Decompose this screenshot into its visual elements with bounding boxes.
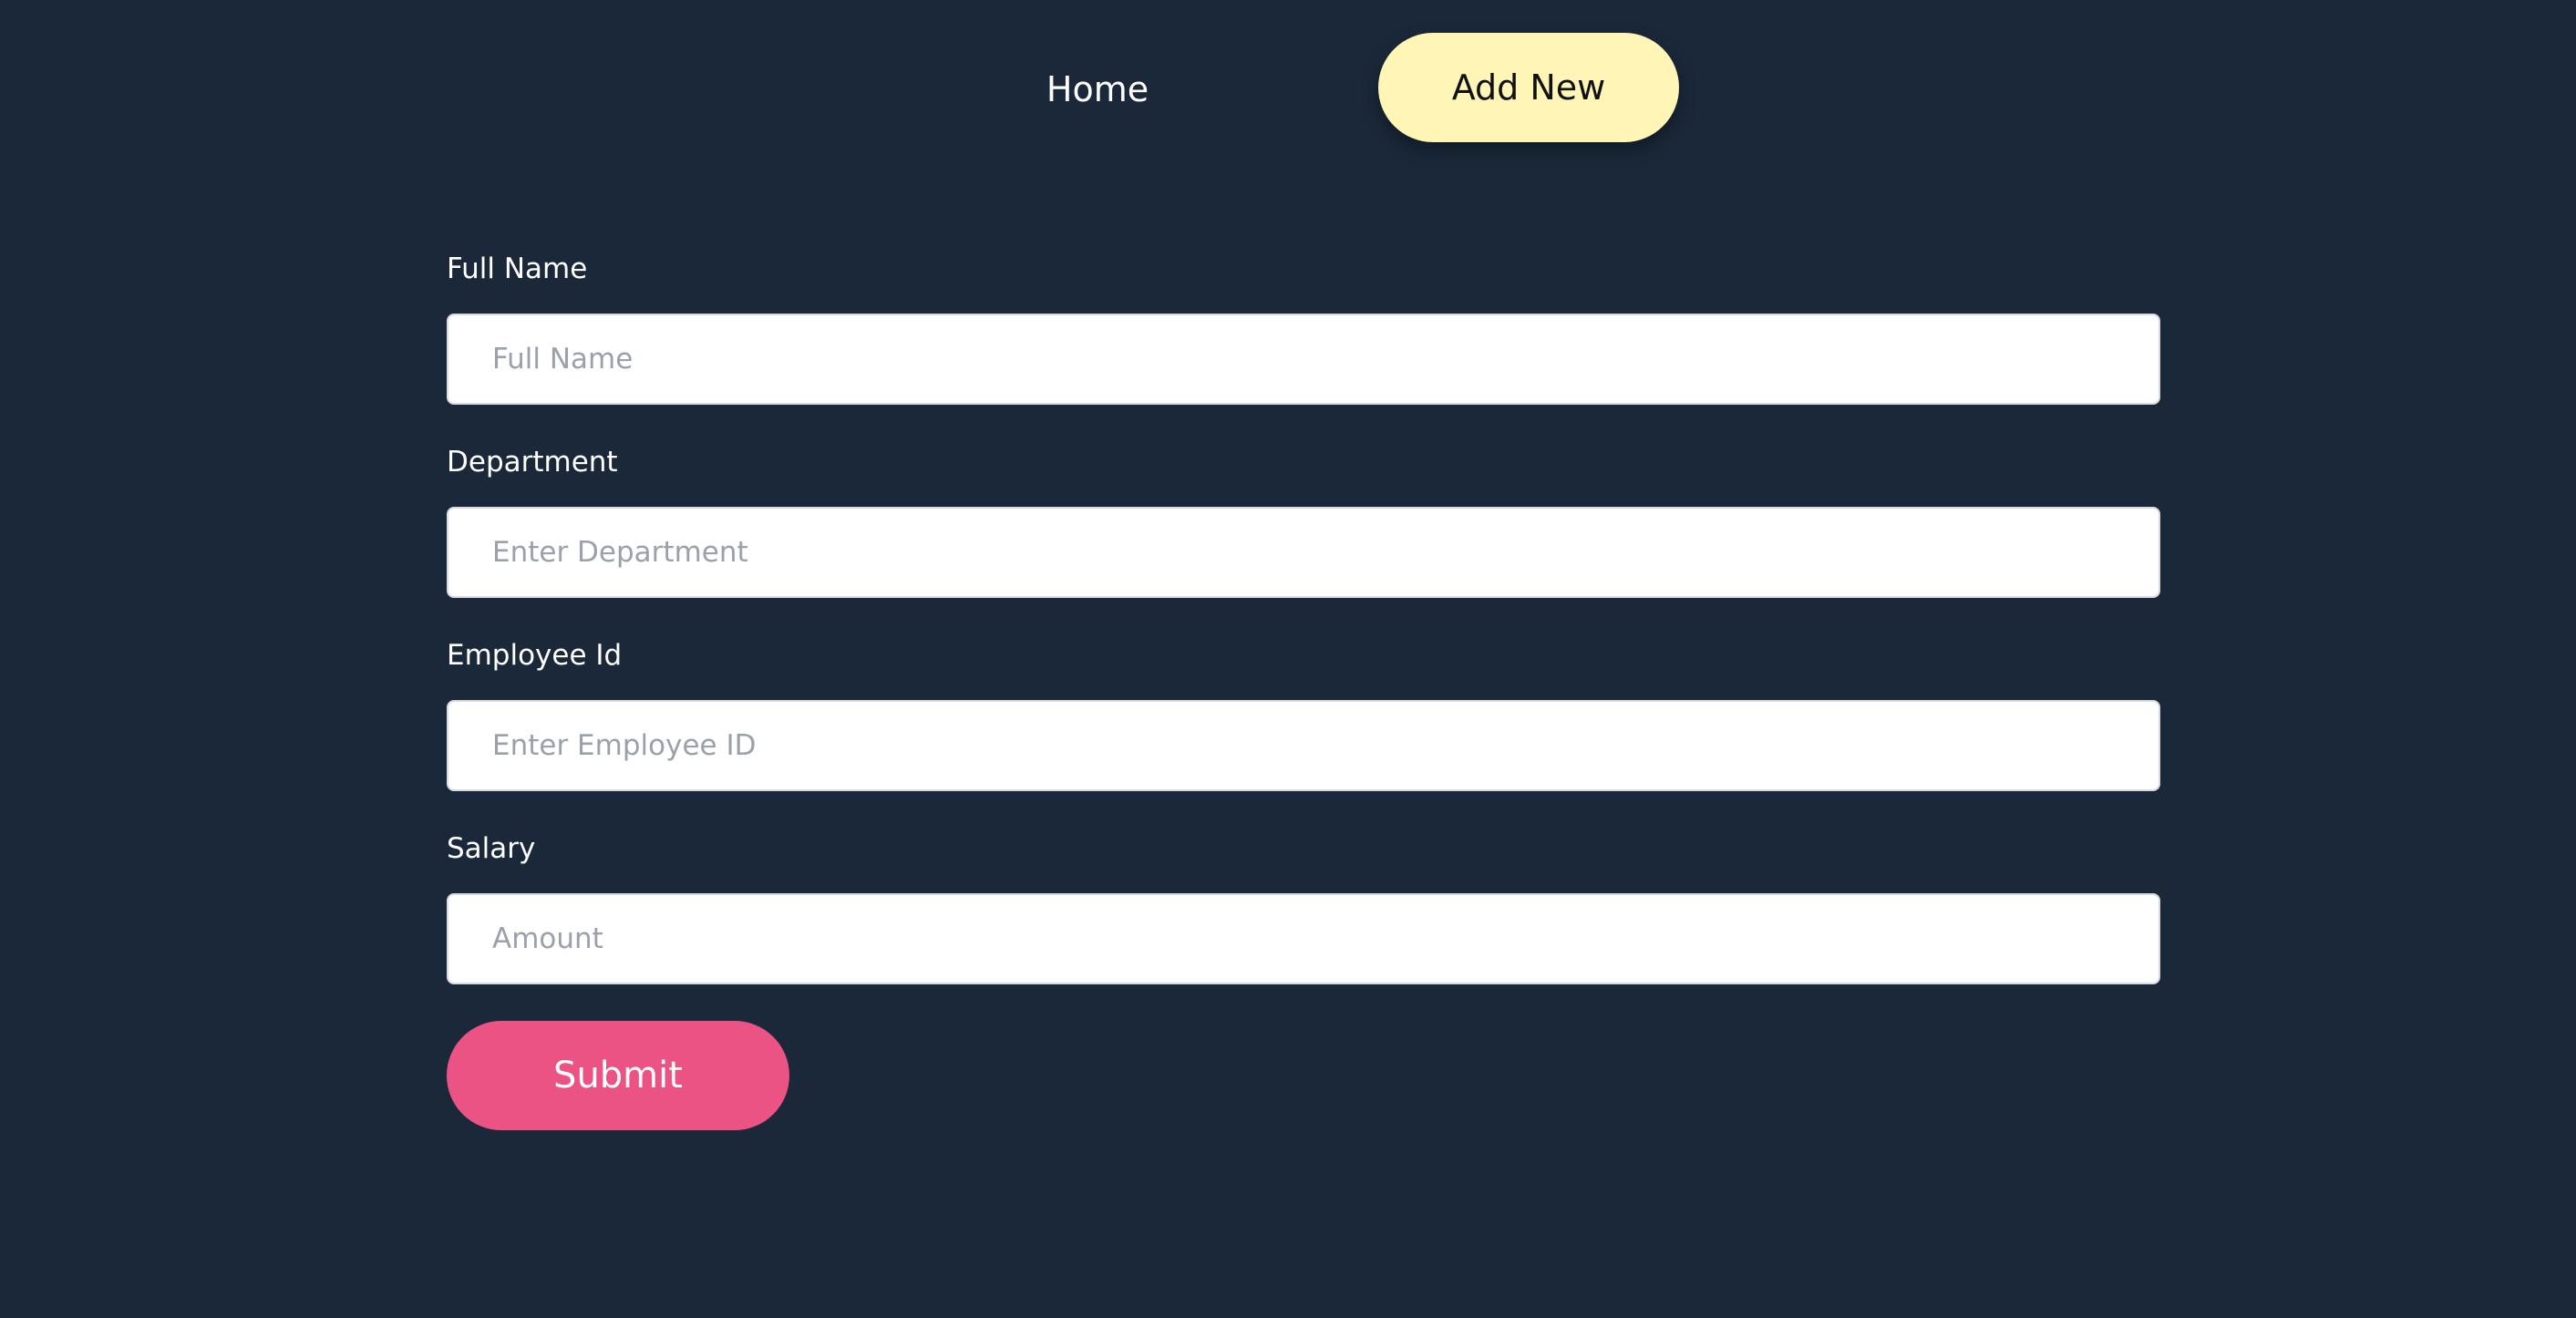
department-label: Department	[447, 446, 618, 479]
top-nav: Home Add New	[0, 0, 2576, 182]
add-new-button[interactable]: Add New	[1378, 33, 1679, 142]
full-name-label: Full Name	[447, 252, 588, 285]
nav-home-link[interactable]: Home	[1003, 64, 1192, 115]
department-input[interactable]	[447, 507, 2160, 598]
employee-form: Full Name Department Employee Id Salary	[447, 246, 2160, 1019]
salary-field-group: Salary	[447, 826, 2160, 1019]
employee-id-input[interactable]	[447, 700, 2160, 791]
salary-input[interactable]	[447, 893, 2160, 984]
salary-label: Salary	[447, 832, 536, 865]
full-name-field-group: Full Name	[447, 246, 2160, 439]
full-name-input[interactable]	[447, 314, 2160, 405]
department-field-group: Department	[447, 439, 2160, 633]
submit-button[interactable]: Submit	[447, 1021, 789, 1130]
employee-id-label: Employee Id	[447, 639, 623, 672]
employee-id-field-group: Employee Id	[447, 633, 2160, 826]
